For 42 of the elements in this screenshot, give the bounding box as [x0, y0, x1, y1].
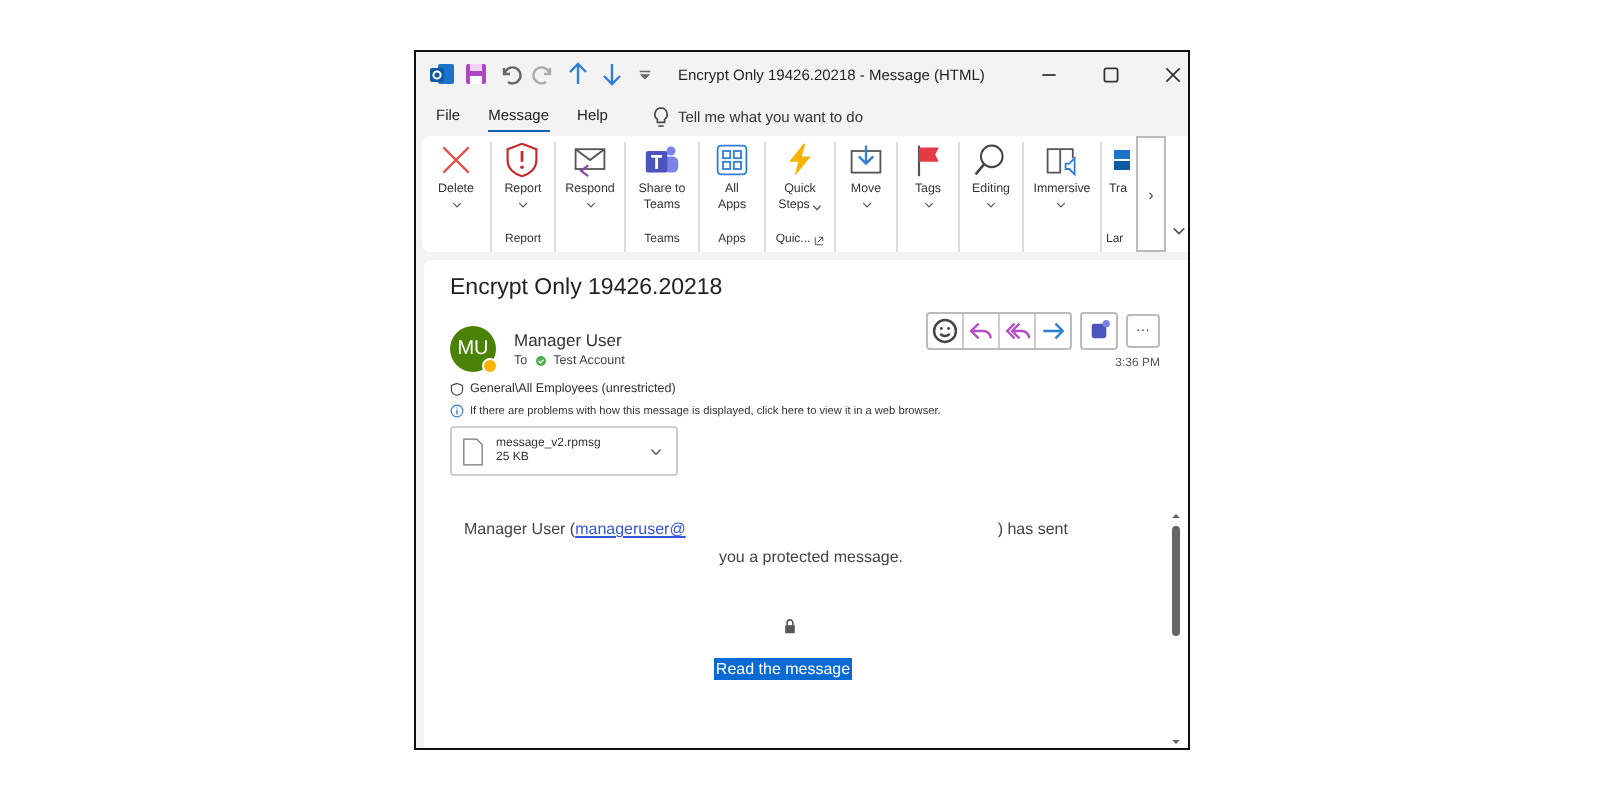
undo-icon[interactable]	[498, 62, 522, 86]
body-text: Manager User (	[464, 520, 576, 538]
x-icon	[438, 142, 474, 178]
lightbulb-icon	[651, 105, 670, 127]
up-arrow-icon[interactable]	[566, 62, 590, 86]
scroll-up-icon[interactable]	[1169, 510, 1181, 522]
body-text: you a protected message.	[718, 548, 904, 566]
mail-app-icon[interactable]	[430, 62, 454, 86]
close-icon[interactable]	[1162, 63, 1184, 85]
shield-icon	[450, 382, 464, 396]
ribbon-scroll-button[interactable]: ›	[1136, 136, 1166, 252]
scrollbar[interactable]	[1168, 510, 1182, 748]
avatar: MU	[450, 326, 496, 372]
reply-icon[interactable]	[964, 314, 1000, 348]
save-icon[interactable]	[464, 62, 488, 86]
email-link[interactable]: manageruser@	[575, 520, 686, 538]
customize-caret-icon[interactable]	[638, 67, 652, 81]
body-text: ) has sent	[997, 520, 1068, 538]
maximize-icon[interactable]	[1100, 63, 1122, 85]
scroll-down-icon[interactable]	[1169, 736, 1181, 748]
book-speaker-icon	[1043, 142, 1080, 178]
shield-icon	[504, 142, 541, 178]
grid-icon	[714, 142, 750, 178]
down-arrow-icon[interactable]	[600, 62, 624, 86]
caret-icon[interactable]	[650, 445, 662, 457]
check-circle-icon	[535, 356, 546, 366]
teams-icon[interactable]	[1080, 312, 1118, 350]
document-icon	[462, 435, 484, 467]
sender-name: Manager User	[514, 330, 624, 350]
info-icon	[450, 404, 464, 418]
magnifier-icon	[972, 142, 1009, 178]
reply-all-icon[interactable]	[1000, 314, 1036, 348]
teams-icon	[643, 142, 680, 178]
message-subject: Encrypt Only 19426.20218	[450, 276, 725, 300]
smiley-icon[interactable]	[928, 314, 964, 348]
dialog-launcher-icon[interactable]	[814, 235, 825, 245]
read-message-link[interactable]: Read the message	[713, 658, 853, 680]
folder-arrow-icon	[848, 142, 884, 178]
chevron-down-icon[interactable]	[1172, 224, 1186, 238]
translate-icon	[1114, 150, 1130, 170]
lock-icon	[781, 618, 797, 634]
envelope-icon	[572, 142, 608, 178]
